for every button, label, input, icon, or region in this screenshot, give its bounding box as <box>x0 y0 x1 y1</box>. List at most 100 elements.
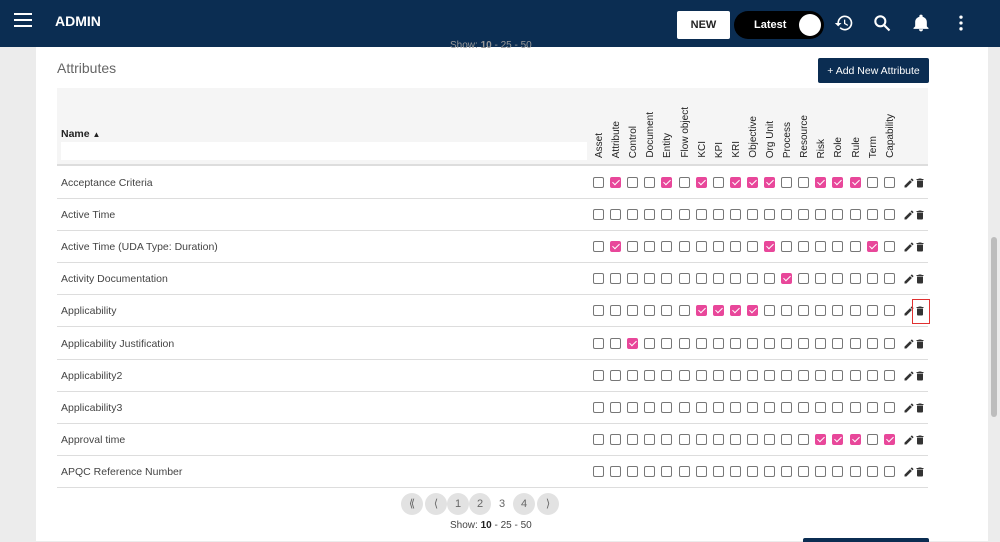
page-4-button[interactable]: 4 <box>513 493 535 515</box>
checkbox-attribute[interactable] <box>610 273 622 285</box>
checkbox-kri[interactable] <box>729 209 741 221</box>
checkbox-term[interactable] <box>866 465 878 477</box>
checkbox-role[interactable] <box>832 241 844 253</box>
checkbox-asset[interactable] <box>593 177 604 188</box>
checkbox-kpi[interactable] <box>712 433 724 445</box>
checkbox-asset[interactable] <box>593 209 604 221</box>
checkbox-document[interactable] <box>644 433 656 445</box>
checkbox-asset[interactable] <box>593 433 604 445</box>
checkbox-resource[interactable] <box>798 241 810 253</box>
checkbox-kci[interactable] <box>695 369 707 381</box>
checkbox-kpi[interactable] <box>712 241 724 253</box>
checkbox-control[interactable] <box>627 401 639 413</box>
checkbox-org-unit[interactable] <box>764 177 775 188</box>
page-size-25[interactable]: 25 <box>501 520 512 531</box>
checkbox-flow-object[interactable] <box>678 241 690 253</box>
checkbox-org-unit[interactable] <box>764 273 775 285</box>
checkbox-kri[interactable] <box>729 337 741 349</box>
checkbox-objective[interactable] <box>746 465 758 477</box>
checkbox-org-unit[interactable] <box>764 401 775 413</box>
checkbox-attribute[interactable] <box>610 433 622 445</box>
checkbox-risk[interactable] <box>815 465 827 477</box>
checkbox-capability[interactable] <box>883 209 895 221</box>
checkbox-rule[interactable] <box>849 465 861 477</box>
checkbox-entity[interactable] <box>661 465 673 477</box>
checkbox-kci[interactable] <box>695 305 707 317</box>
checkbox-flow-object[interactable] <box>678 369 690 381</box>
checkbox-resource[interactable] <box>798 369 810 381</box>
delete-trash-icon[interactable] <box>914 272 926 284</box>
page-2-button[interactable]: 2 <box>469 493 491 515</box>
page-size-selector-top[interactable]: Show: 10 - 25 - 50 <box>450 40 532 51</box>
checkbox-resource[interactable] <box>798 273 810 285</box>
checkbox-org-unit[interactable] <box>764 305 775 317</box>
checkbox-flow-object[interactable] <box>678 209 690 221</box>
checkbox-risk[interactable] <box>815 401 827 413</box>
checkbox-control[interactable] <box>627 305 639 317</box>
checkbox-attribute[interactable] <box>610 305 622 317</box>
checkbox-org-unit[interactable] <box>764 369 775 381</box>
next-page-button[interactable]: ⟩ <box>537 493 559 515</box>
checkbox-document[interactable] <box>644 337 656 349</box>
checkbox-control[interactable] <box>627 273 639 285</box>
checkbox-asset[interactable] <box>593 241 604 253</box>
checkbox-risk[interactable] <box>815 209 827 221</box>
checkbox-kci[interactable] <box>695 273 707 285</box>
bottom-action-button[interactable] <box>803 538 929 542</box>
checkbox-document[interactable] <box>644 241 656 253</box>
checkbox-objective[interactable] <box>746 433 758 445</box>
checkbox-process[interactable] <box>781 273 793 285</box>
checkbox-org-unit[interactable] <box>764 465 775 477</box>
checkbox-flow-object[interactable] <box>678 305 690 317</box>
checkbox-attribute[interactable] <box>610 177 622 188</box>
checkbox-term[interactable] <box>866 401 878 413</box>
checkbox-kpi[interactable] <box>712 401 724 413</box>
page-size-50[interactable]: 50 <box>521 40 532 51</box>
delete-trash-icon[interactable] <box>914 240 926 252</box>
checkbox-rule[interactable] <box>849 369 861 381</box>
checkbox-objective[interactable] <box>746 337 758 349</box>
delete-trash-icon[interactable] <box>914 401 926 413</box>
checkbox-entity[interactable] <box>661 273 673 285</box>
delete-trash-icon[interactable] <box>914 208 926 220</box>
checkbox-rule[interactable] <box>849 337 861 349</box>
checkbox-org-unit[interactable] <box>764 433 775 445</box>
delete-trash-icon[interactable] <box>914 176 926 188</box>
checkbox-resource[interactable] <box>798 177 810 188</box>
checkbox-flow-object[interactable] <box>678 401 690 413</box>
checkbox-kpi[interactable] <box>712 337 724 349</box>
checkbox-kpi[interactable] <box>712 209 724 221</box>
checkbox-attribute[interactable] <box>610 401 622 413</box>
checkbox-resource[interactable] <box>798 401 810 413</box>
checkbox-role[interactable] <box>832 465 844 477</box>
checkbox-document[interactable] <box>644 273 656 285</box>
delete-trash-icon[interactable] <box>914 369 926 381</box>
checkbox-resource[interactable] <box>798 465 810 477</box>
page-3-button-current[interactable]: 3 <box>491 493 513 515</box>
checkbox-objective[interactable] <box>746 369 758 381</box>
page-size-25[interactable]: 25 <box>501 40 512 51</box>
checkbox-objective[interactable] <box>746 273 758 285</box>
checkbox-attribute[interactable] <box>610 369 622 381</box>
scrollbar-thumb[interactable] <box>991 237 997 417</box>
checkbox-term[interactable] <box>866 241 878 253</box>
checkbox-resource[interactable] <box>798 433 810 445</box>
add-new-attribute-button[interactable]: + Add New Attribute <box>818 58 929 83</box>
checkbox-org-unit[interactable] <box>764 337 775 349</box>
page-size-10[interactable]: 10 <box>481 40 492 51</box>
checkbox-asset[interactable] <box>593 465 604 477</box>
checkbox-org-unit[interactable] <box>764 209 775 221</box>
checkbox-attribute[interactable] <box>610 241 622 253</box>
checkbox-asset[interactable] <box>593 273 604 285</box>
checkbox-process[interactable] <box>781 209 793 221</box>
checkbox-entity[interactable] <box>661 401 673 413</box>
checkbox-process[interactable] <box>781 305 793 317</box>
checkbox-term[interactable] <box>866 177 878 188</box>
checkbox-document[interactable] <box>644 177 656 188</box>
previous-page-button[interactable]: ⟨ <box>425 493 447 515</box>
checkbox-capability[interactable] <box>883 305 895 317</box>
checkbox-risk[interactable] <box>815 337 827 349</box>
checkbox-control[interactable] <box>627 209 639 221</box>
checkbox-objective[interactable] <box>746 241 758 253</box>
checkbox-capability[interactable] <box>883 177 895 188</box>
